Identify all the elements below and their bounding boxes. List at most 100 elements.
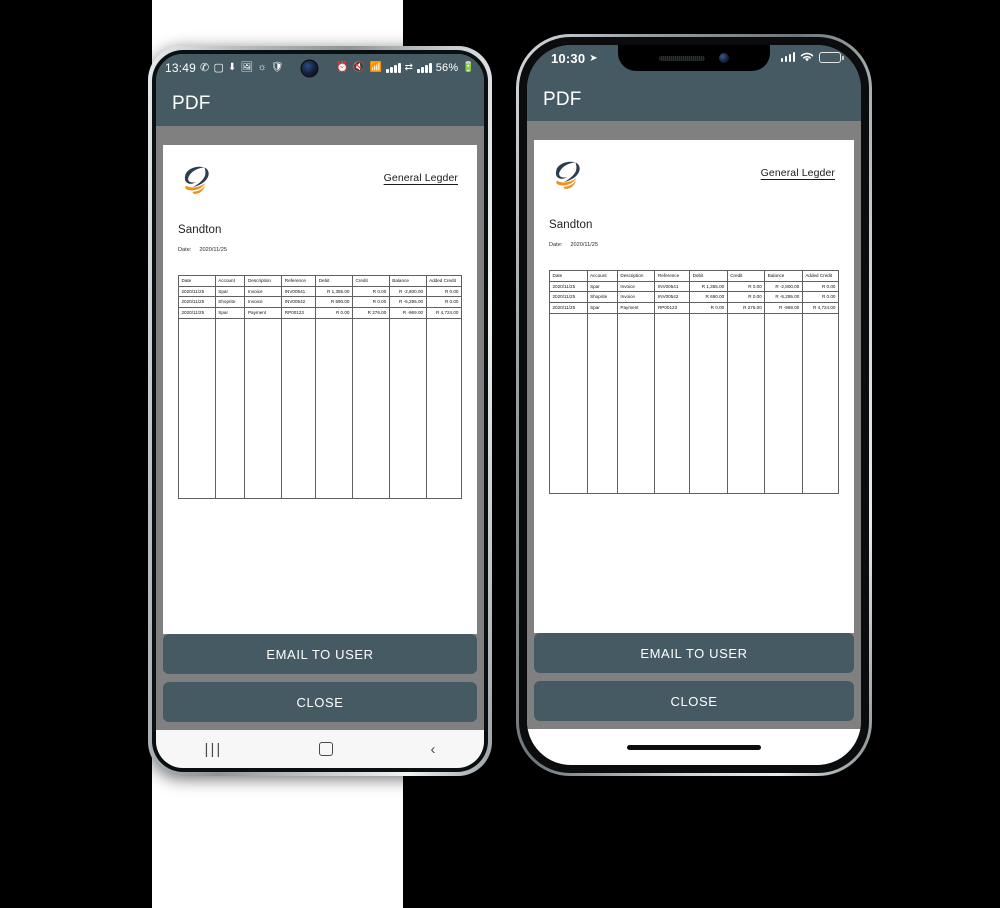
shield-icon: 🛡	[270, 62, 284, 73]
battery-percent-label: 56%	[435, 62, 459, 74]
branch-name: Sandton	[549, 219, 593, 231]
cell-added-credit: R 0.00	[801, 280, 840, 293]
android-phone-bezel: 13:49 ✆ ▢ ⬇ 🖼 ☼ 🛡 ⏰ 🔇 📶 ⇄ 56% 🔋 PDF Gene…	[152, 50, 488, 772]
document-title: General Legder	[383, 172, 458, 184]
download-icon: ⬇	[228, 62, 237, 73]
iphone-screen: 10:30 ➤ PDF General Legder Sandton Date:…	[527, 45, 861, 765]
pdf-page: General Legder Sandton Date: 2020/11/25	[534, 140, 854, 633]
cell-description: Invoice	[616, 291, 656, 304]
col-date: Date	[549, 270, 588, 282]
cell-description: Invoice	[244, 296, 283, 309]
home-icon[interactable]	[319, 742, 334, 756]
cell-credit: R 0.00	[726, 280, 766, 293]
cell-balance: R -5,295.00	[764, 291, 803, 304]
col-account: Account	[214, 275, 246, 287]
col-reference: Reference	[281, 275, 317, 287]
cell-description: Invoice	[616, 280, 656, 293]
ledger-header-row: Date Account Description Reference Debit…	[549, 270, 840, 282]
branch-name: Sandton	[178, 224, 222, 236]
cell-debit: R 1,355.00	[689, 280, 728, 293]
cell-account: Shoprite	[214, 296, 246, 309]
table-row-empty	[549, 312, 840, 494]
pdf-page: General Legder Sandton Date: 2020/11/25	[163, 145, 477, 634]
cell-debit: R 690.00	[689, 291, 728, 304]
ios-app-bar: PDF	[527, 79, 861, 121]
cell-debit: R 0.00	[689, 302, 728, 314]
cell-description: Payment	[244, 307, 283, 319]
ledger-table: Date Account Description Reference Debit…	[178, 275, 463, 499]
cell-account: Spar	[214, 285, 246, 298]
wifi-icon	[800, 52, 814, 62]
col-reference: Reference	[654, 270, 691, 282]
signal-icon	[386, 63, 401, 73]
email-to-user-button[interactable]: EMAIL TO USER	[534, 633, 854, 673]
battery-icon: 🔋	[462, 62, 475, 73]
document-header: General Legder	[178, 163, 462, 196]
screenshot-stage: 13:49 ✆ ▢ ⬇ 🖼 ☼ 🛡 ⏰ 🔇 📶 ⇄ 56% 🔋 PDF Gene…	[0, 0, 1000, 908]
ios-action-zone: EMAIL TO USER CLOSE	[527, 633, 861, 729]
close-button[interactable]: CLOSE	[534, 681, 854, 721]
ios-status-left: 10:30 ➤	[551, 51, 598, 66]
document-date-line: Date: 2020/11/25	[178, 247, 462, 253]
cell-date: 2020/11/25	[178, 307, 216, 319]
cell-reference: RP00123	[281, 307, 317, 319]
cell-balance: R -2,800.00	[388, 285, 427, 298]
gallery-icon: 🖼	[240, 62, 254, 73]
cell-date: 2020/11/25	[549, 291, 588, 304]
col-description: Description	[616, 270, 656, 282]
cell-balance: R -969.00	[388, 307, 427, 319]
ios-pdf-viewer[interactable]: General Legder Sandton Date: 2020/11/25	[527, 121, 861, 633]
front-camera-icon	[719, 53, 729, 63]
ios-status-right	[780, 51, 844, 63]
recents-icon[interactable]: |||	[205, 741, 223, 758]
company-swoosh-logo	[555, 161, 580, 189]
mute-icon: 🔇	[352, 62, 366, 73]
col-credit: Credit	[726, 270, 766, 282]
cell-date: 2020/11/25	[178, 296, 216, 309]
cell-account: Spar	[586, 280, 618, 293]
signal2-icon	[417, 63, 432, 73]
cell-date: 2020/11/25	[549, 302, 588, 314]
cell-debit: R 0.00	[315, 307, 353, 319]
cell-account: Spar	[214, 307, 246, 319]
table-row: 2020/11/25 Spar Invoice INV00541 R 1,355…	[178, 285, 463, 298]
cell-description: Payment	[616, 302, 656, 314]
cell-reference: INV00541	[654, 280, 691, 293]
home-indicator-icon[interactable]	[627, 744, 761, 750]
instagram-icon: ▢	[213, 61, 225, 74]
android-status-right: ⏰ 🔇 📶 ⇄ 56% 🔋	[336, 62, 475, 74]
page-title: PDF	[543, 89, 582, 110]
signal-bars-icon	[780, 52, 795, 62]
sim-swap-icon: ⇄	[404, 62, 414, 73]
cell-credit: R 0.00	[352, 296, 390, 309]
cell-date: 2020/11/25	[178, 285, 216, 298]
page-title: PDF	[172, 93, 211, 114]
android-clock: 13:49	[165, 61, 197, 75]
table-row: 2020/11/25 Spar Invoice INV00541 R 1,355…	[549, 280, 840, 293]
company-swoosh-logo	[184, 166, 209, 194]
iphone-frame: 10:30 ➤ PDF General Legder Sandton Date:…	[516, 34, 872, 776]
ledger-header-row: Date Account Description Reference Debit…	[178, 275, 463, 287]
android-app-bar: PDF	[156, 82, 484, 126]
cell-debit: R 690.00	[315, 296, 353, 309]
email-to-user-button[interactable]: EMAIL TO USER	[163, 634, 477, 674]
cell-reference: INV00542	[654, 291, 691, 304]
col-added-credit: Added Credit	[425, 275, 463, 287]
cell-added-credit: R 4,724.00	[801, 302, 840, 314]
cell-added-credit: R 0.00	[801, 291, 840, 304]
cell-date: 2020/11/25	[549, 280, 588, 293]
battery-icon	[819, 51, 844, 63]
col-balance: Balance	[764, 270, 803, 282]
document-date-line: Date: 2020/11/25	[549, 242, 839, 248]
close-button[interactable]: CLOSE	[163, 682, 477, 722]
android-phone-frame: 13:49 ✆ ▢ ⬇ 🖼 ☼ 🛡 ⏰ 🔇 📶 ⇄ 56% 🔋 PDF Gene…	[148, 46, 492, 776]
android-pdf-viewer[interactable]: General Legder Sandton Date: 2020/11/25	[156, 126, 484, 634]
cell-balance: R -969.00	[764, 302, 803, 314]
back-icon[interactable]: ‹	[430, 741, 435, 758]
ledger-table: Date Account Description Reference Debit…	[549, 270, 840, 494]
col-account: Account	[586, 270, 618, 282]
document-title: General Legder	[760, 167, 835, 179]
table-row: 2020/11/25 Spar Payment RP00123 R 0.00 R…	[549, 302, 840, 314]
cell-added-credit: R 4,724.00	[425, 307, 463, 319]
front-camera-punch-hole	[302, 60, 318, 76]
